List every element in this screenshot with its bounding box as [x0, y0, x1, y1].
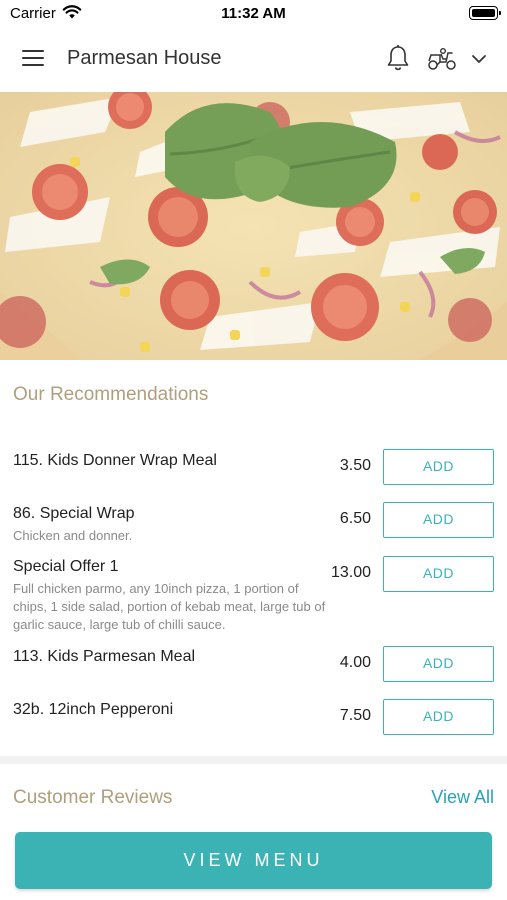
- status-bar: Carrier 11:32 AM: [0, 0, 507, 28]
- add-button[interactable]: ADD: [383, 699, 494, 735]
- hamburger-icon[interactable]: [22, 48, 46, 70]
- item-price: 4.00: [339, 654, 371, 671]
- item-name: 113. Kids Parmesan Meal: [13, 648, 196, 665]
- add-button[interactable]: ADD: [383, 556, 494, 592]
- item-name: 86. Special Wrap: [13, 505, 135, 522]
- item-description: Full chicken parmo, any 10inch pizza, 1 …: [13, 581, 326, 632]
- item-price: 13.00: [330, 564, 371, 581]
- item-name: 32b. 12inch Pepperoni: [13, 701, 174, 718]
- battery-icon: [469, 6, 501, 20]
- add-button[interactable]: ADD: [383, 646, 494, 682]
- status-time: 11:32 AM: [221, 5, 286, 22]
- item-name: Special Offer 1: [13, 558, 119, 575]
- item-name: 115. Kids Donner Wrap Meal: [13, 452, 217, 469]
- view-menu-button[interactable]: VIEW MENU: [15, 832, 492, 889]
- item-description: Chicken and donner.: [13, 528, 133, 543]
- scooter-icon[interactable]: [426, 46, 458, 72]
- item-price: 6.50: [339, 510, 371, 527]
- app-header: Parmesan House: [0, 28, 507, 92]
- reviews-title: Customer Reviews: [13, 787, 173, 808]
- section-divider: [0, 756, 507, 764]
- add-button[interactable]: ADD: [383, 449, 494, 485]
- view-all-reviews-link[interactable]: View All: [431, 787, 494, 808]
- hero-pizza-image: [0, 92, 507, 360]
- item-price: 3.50: [339, 457, 371, 474]
- recommendations-title: Our Recommendations: [13, 384, 209, 405]
- chevron-down-icon[interactable]: [470, 50, 488, 68]
- bell-icon[interactable]: [385, 44, 411, 72]
- item-price: 7.50: [339, 707, 371, 724]
- restaurant-title: Parmesan House: [67, 47, 222, 69]
- add-button[interactable]: ADD: [383, 502, 494, 538]
